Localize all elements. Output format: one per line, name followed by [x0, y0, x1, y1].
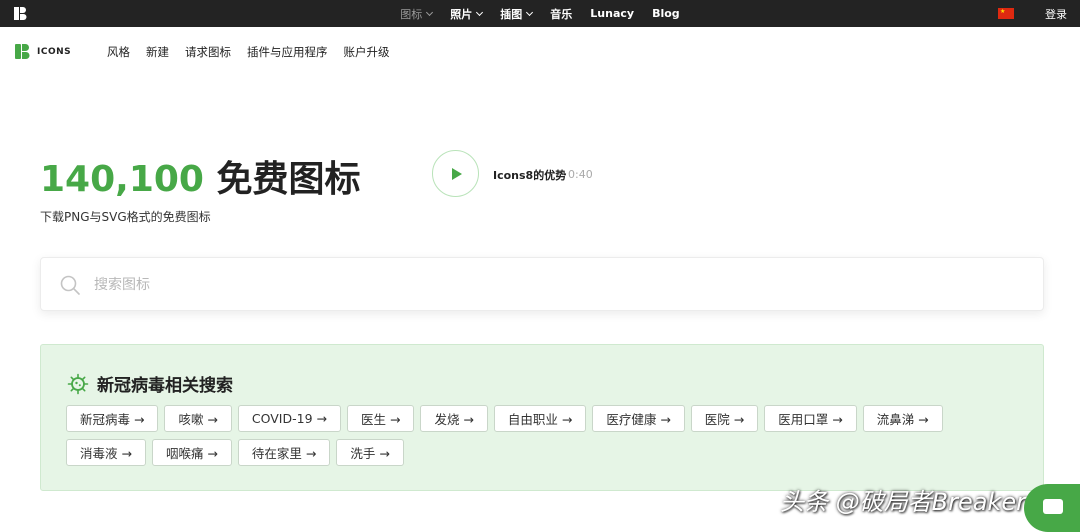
top-nav-item[interactable]: Blog — [643, 0, 689, 27]
menu-item[interactable]: 插件与应用程序 — [247, 44, 328, 60]
top-nav-item[interactable]: 音乐 — [541, 0, 581, 27]
menu-item[interactable]: 请求图标 — [185, 44, 231, 60]
search-icon — [60, 275, 80, 295]
covid-tag[interactable]: 消毒液 → — [66, 439, 146, 466]
top-nav-label: 图标 — [400, 7, 423, 21]
top-nav-label: 照片 — [450, 7, 473, 21]
covid-tag[interactable]: 自由职业 → — [493, 405, 587, 432]
covid-tag[interactable]: 咽喉痛 → — [151, 439, 232, 466]
covid-tag[interactable]: 洗手 → — [336, 439, 404, 466]
top-nav: 图标 照片 插图 音乐 Lunacy Blog — [0, 0, 1080, 27]
search-input[interactable] — [94, 272, 994, 298]
covid-tag[interactable]: 医用口罩 → — [764, 405, 857, 432]
search-box — [40, 257, 1044, 311]
chevron-down-icon — [526, 8, 534, 16]
covid-panel-title: 新冠病毒相关搜索 — [97, 376, 233, 396]
top-nav-item[interactable]: 照片 — [441, 0, 491, 27]
hero-title-text: 免费图标 — [216, 159, 361, 200]
brand[interactable]: ICONS — [15, 44, 71, 59]
covid-tag-list: 新冠病毒 → 咳嗽 → COVID-19 → 医生 → 发烧 → 自由职业 → 医疗健康 →… — [66, 405, 966, 466]
covid-tag[interactable]: 医疗健康 → — [592, 405, 685, 432]
top-nav-label: Lunacy — [590, 7, 635, 20]
menu-item[interactable]: 新建 — [146, 44, 169, 60]
top-nav-label: Blog — [652, 7, 680, 20]
menu-item[interactable]: 风格 — [107, 44, 130, 60]
top-nav-label: 插图 — [500, 7, 523, 21]
watermark: 头条 @破局者Breaker — [780, 488, 1026, 516]
brand-name: ICONS — [37, 46, 72, 57]
top-nav-item[interactable]: 图标 — [391, 0, 441, 27]
main-menu: 风格 新建 请求图标 插件与应用程序 账户升级 — [107, 44, 390, 60]
virus-icon — [67, 373, 89, 394]
play-icon — [452, 167, 462, 180]
covid-tag[interactable]: 流鼻涕 → — [862, 405, 943, 432]
icon-count: 140,100 — [40, 159, 204, 200]
chevron-down-icon — [426, 8, 434, 16]
china-flag-icon[interactable]: ★ — [998, 8, 1014, 19]
top-bar: 图标 照片 插图 音乐 Lunacy Blog ★ 登录 — [0, 0, 1080, 27]
covid-search-panel: 新冠病毒相关搜索 新冠病毒 → 咳嗽 → COVID-19 → 医生 → 发烧 → 自由职… — [40, 344, 1044, 491]
top-nav-label: 音乐 — [550, 7, 573, 21]
icons8-brand-icon — [15, 44, 30, 59]
chat-button[interactable] — [1024, 484, 1080, 532]
video-label[interactable]: Icons8的优势 — [493, 167, 566, 183]
covid-tag[interactable]: 医院 → — [690, 405, 759, 432]
top-nav-item[interactable]: 插图 — [491, 0, 541, 27]
covid-tag[interactable]: COVID-19 → — [237, 405, 341, 432]
covid-panel-header: 新冠病毒相关搜索 — [67, 371, 233, 396]
covid-tag[interactable]: 咳嗽 → — [164, 405, 232, 432]
covid-tag[interactable]: 医生 → — [346, 405, 415, 432]
top-nav-item[interactable]: Lunacy — [581, 0, 643, 27]
menu-item[interactable]: 账户升级 — [344, 44, 390, 60]
covid-tag[interactable]: 发烧 → — [420, 405, 488, 432]
play-video-button[interactable] — [432, 150, 479, 197]
login-link[interactable]: 登录 — [1045, 6, 1067, 22]
video-duration: 0:40 — [568, 168, 593, 181]
covid-tag[interactable]: 新冠病毒 → — [66, 405, 159, 432]
chat-bubble-icon — [1043, 499, 1063, 514]
covid-tag[interactable]: 待在家里 → — [237, 439, 331, 466]
hero-title: 140,100 免费图标 — [40, 150, 361, 202]
hero-subtitle: 下载PNG与SVG格式的免费图标 — [40, 210, 211, 224]
chevron-down-icon — [476, 8, 484, 16]
